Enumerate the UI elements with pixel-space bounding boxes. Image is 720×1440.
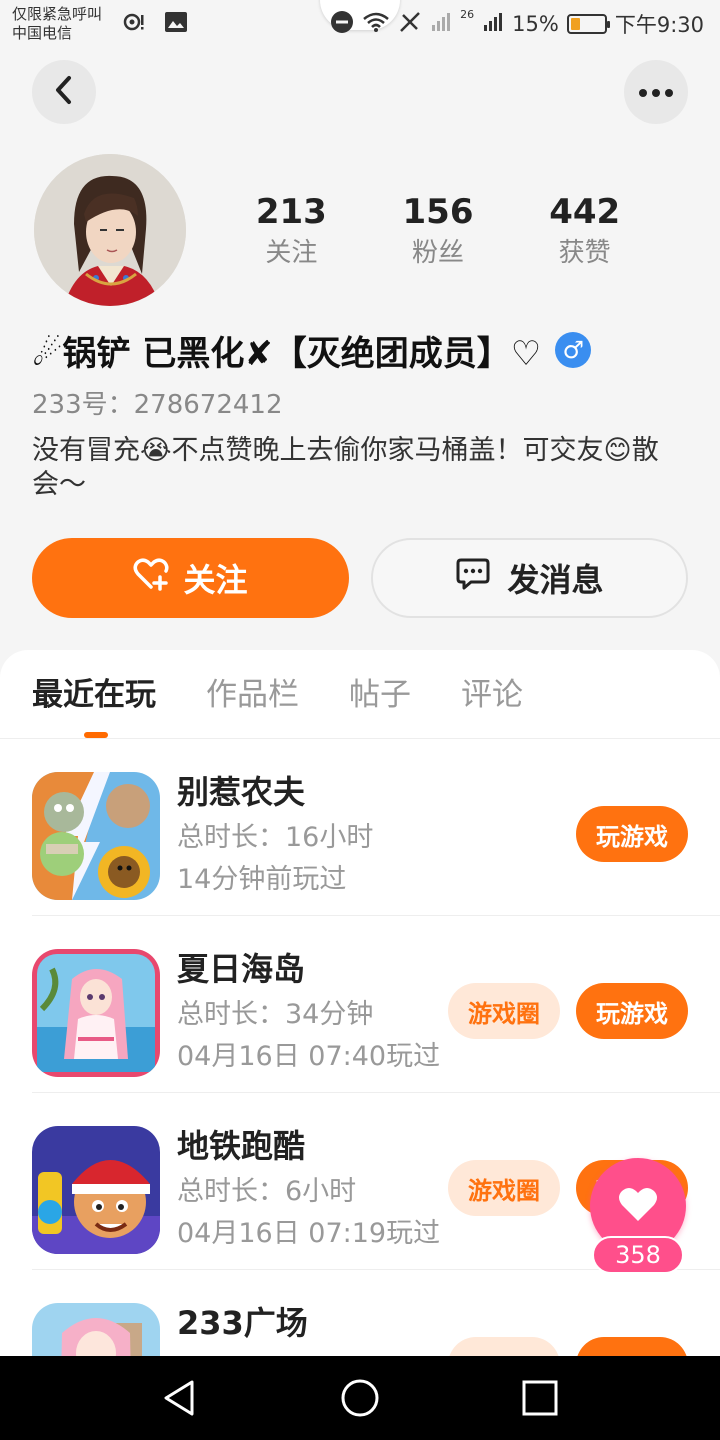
battery-icon	[566, 14, 610, 34]
game-icon-summer-island[interactable]	[32, 949, 160, 1077]
tab-divider	[0, 738, 720, 739]
game-last-played: 04月16日 07:40玩过	[177, 1041, 441, 1072]
game-icon-subway-surfers[interactable]	[32, 1126, 160, 1254]
hotspot-icon	[122, 10, 146, 34]
carrier-line-2: 中国电信	[12, 24, 73, 42]
tab-posts[interactable]: 帖子	[349, 672, 411, 718]
user-id: 233号：278672412	[32, 390, 283, 420]
more-button[interactable]	[624, 60, 688, 124]
chat-bubble-icon	[455, 557, 491, 599]
play-game-button[interactable]	[576, 1337, 688, 1356]
game-icon-233-plaza[interactable]	[32, 1303, 160, 1356]
game-last-played: 04月16日 07:19玩过	[177, 1218, 441, 1249]
wifi-icon	[362, 11, 390, 38]
game-name: 别惹农夫	[177, 773, 306, 811]
system-nav-bar	[0, 1356, 720, 1440]
tab-comments[interactable]: 评论	[461, 672, 523, 718]
game-circle-button[interactable]: 游戏圈	[448, 1160, 560, 1216]
followers-label: 粉丝	[412, 238, 465, 268]
game-last-played: 14分钟前玩过	[177, 864, 347, 895]
game-duration: 总时长：16小时	[177, 822, 374, 853]
following-label: 关注	[265, 238, 318, 268]
message-label: 发消息	[507, 561, 604, 599]
game-name: 233广场	[177, 1304, 308, 1342]
image-icon	[164, 10, 188, 34]
play-game-button[interactable]: 玩游戏	[576, 806, 688, 862]
battery-percent: 15%	[512, 12, 559, 36]
following-count: 213	[255, 192, 327, 232]
no-signal-icon	[398, 10, 422, 39]
avatar[interactable]	[34, 154, 186, 306]
game-name: 夏日海岛	[177, 950, 306, 988]
game-duration: 总时长：6小时	[177, 1176, 357, 1207]
follow-label: 关注	[183, 561, 248, 599]
game-circle-button[interactable]	[448, 1337, 560, 1356]
game-row[interactable]: 233广场	[32, 1271, 720, 1356]
carrier-line-1: 仅限紧急呼叫	[12, 5, 103, 23]
message-button[interactable]: 发消息	[371, 538, 688, 618]
game-row[interactable]: 夏日海岛 总时长：34分钟 04月16日 07:40玩过 游戏圈 玩游戏	[32, 917, 720, 1093]
tab-recent-play[interactable]: 最近在玩	[32, 672, 156, 718]
dnd-icon	[330, 10, 354, 39]
network-type: 26	[460, 8, 475, 21]
game-row[interactable]: 别惹农夫 总时长：16小时 14分钟前玩过 玩游戏	[32, 740, 720, 916]
game-circle-button[interactable]: 游戏圈	[448, 983, 560, 1039]
sim2-signal-icon	[482, 11, 504, 38]
sim1-signal-icon	[430, 11, 452, 38]
row-divider	[32, 915, 720, 916]
username: ☄锅铲 已黑化✘【灭绝团成员】♡	[32, 333, 542, 374]
status-icons: 26 15% 下午9:30	[330, 8, 704, 40]
row-divider	[32, 1092, 720, 1093]
followers-count: 156	[402, 192, 474, 232]
username-row: ☄锅铲 已黑化✘【灭绝团成员】♡ ♂	[32, 326, 592, 374]
user-bio: 没有冒充😭不点赞晚上去偷你家马桶盖！可交友😊散会～	[32, 435, 659, 500]
back-button[interactable]	[32, 60, 96, 124]
game-name: 地铁跑酷	[177, 1127, 306, 1165]
likes-label: 获赞	[558, 238, 611, 268]
clock: 下午9:30	[614, 13, 704, 37]
follow-button[interactable]: 关注	[32, 538, 349, 618]
chevron-left-icon	[52, 75, 76, 109]
stat-followers[interactable]: 156 粉丝	[365, 190, 512, 272]
game-icon-pvz[interactable]	[32, 772, 160, 900]
play-game-button[interactable]: 玩游戏	[576, 983, 688, 1039]
heart-plus-icon	[133, 557, 170, 599]
profile-tabs: 最近在玩 作品栏 帖子 评论	[32, 672, 573, 718]
game-duration: 总时长：34分钟	[177, 999, 374, 1030]
nav-home-icon[interactable]	[338, 1376, 382, 1420]
profile-stats: 213 关注 156 粉丝 442 获赞	[218, 190, 658, 272]
status-bar: 仅限紧急呼叫 中国电信 26 15% 下午9:30	[0, 0, 720, 52]
heart-icon	[617, 1185, 659, 1227]
nav-back-icon[interactable]	[158, 1376, 202, 1420]
stat-following[interactable]: 213 关注	[218, 190, 365, 272]
nav-recents-icon[interactable]	[518, 1376, 562, 1420]
tab-works[interactable]: 作品栏	[206, 672, 299, 718]
carrier-info: 仅限紧急呼叫 中国电信	[12, 5, 102, 43]
stat-likes[interactable]: 442 获赞	[511, 190, 658, 272]
more-horizontal-icon	[638, 83, 674, 102]
male-icon: ♂	[555, 332, 592, 368]
floating-like-count: 358	[592, 1236, 684, 1274]
likes-count: 442	[549, 192, 621, 232]
